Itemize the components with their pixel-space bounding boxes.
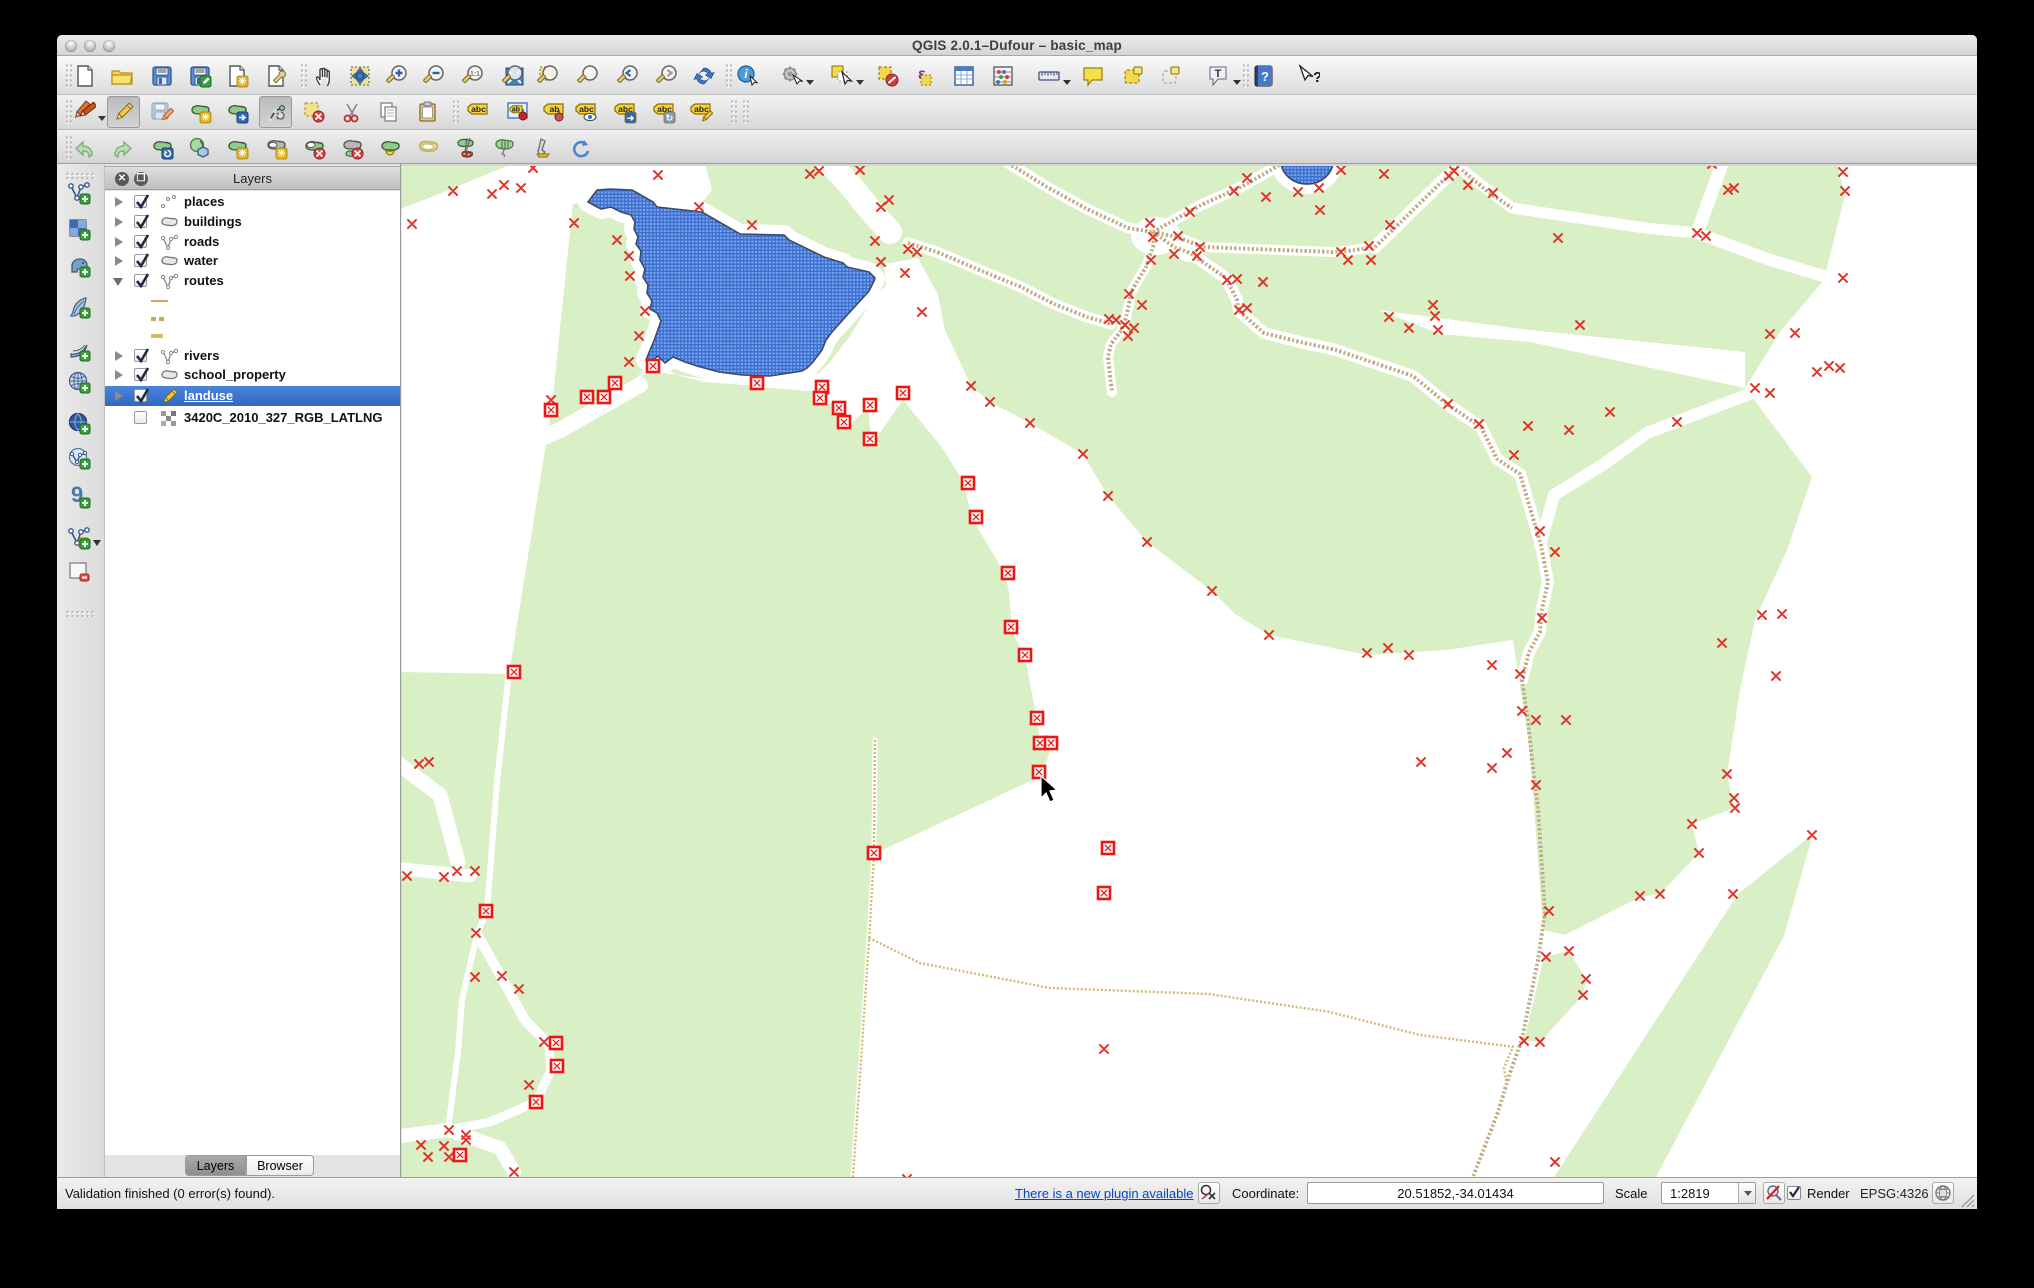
- svg-text:↻: ↻: [666, 113, 674, 123]
- svg-text:?: ?: [1261, 69, 1269, 84]
- svg-text:1:1: 1:1: [470, 71, 480, 78]
- svg-text:ab: ab: [512, 107, 520, 114]
- svg-text:✳: ✳: [201, 113, 210, 124]
- svg-text:✳: ✳: [238, 149, 247, 160]
- svg-text:✳: ✳: [277, 149, 286, 160]
- svg-text:abc: abc: [471, 104, 486, 114]
- svg-text:?: ?: [1313, 69, 1320, 86]
- svg-text:ab: ab: [550, 104, 560, 114]
- svg-text:✳: ✳: [238, 77, 247, 88]
- svg-text:➜: ➜: [627, 113, 635, 123]
- svg-text:abc: abc: [694, 104, 709, 114]
- svg-text:T: T: [1215, 68, 1222, 80]
- svg-text:abc: abc: [579, 104, 594, 114]
